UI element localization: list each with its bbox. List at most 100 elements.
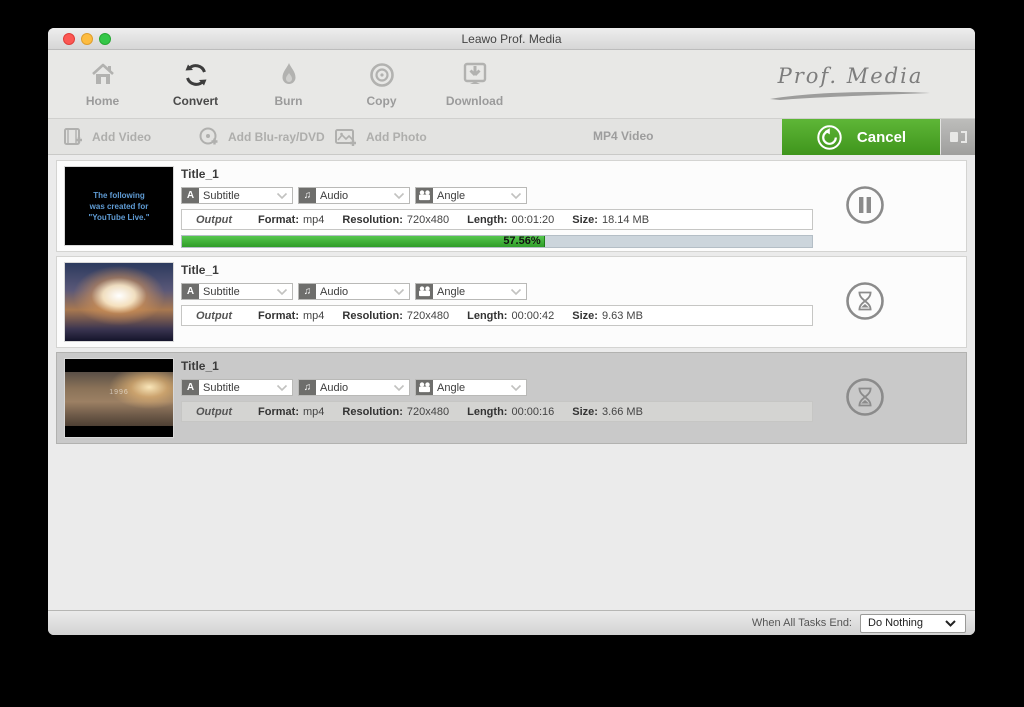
logo-swoosh-icon [768,89,933,101]
task1-pause-button[interactable] [845,185,885,225]
format-label: Format: [258,406,299,418]
task3-length-value: 00:00:16 [511,406,554,418]
angle-camera-icon [416,380,433,395]
task1-length-value: 00:01:20 [511,214,554,226]
nav-home-label: Home [56,94,149,108]
main-toolbar: Home Convert Burn Copy Download [48,50,975,118]
nav-download-label: Download [428,94,521,108]
audio-icon: ♫ [299,284,316,299]
add-photo-button[interactable]: Add Photo [334,119,427,154]
chevron-down-icon [276,187,292,205]
nav-convert-label: Convert [149,94,242,108]
audio-icon: ♫ [299,188,316,203]
tasks-end-select[interactable]: Do Nothing [860,614,966,633]
length-label: Length: [467,214,507,226]
chevron-down-icon [393,283,409,301]
size-label: Size: [572,310,598,322]
task3-subtitle-select[interactable]: A Subtitle [181,379,293,396]
add-bluray-button[interactable]: Add Blu-ray/DVD [198,119,325,154]
app-window: Leawo Prof. Media Home Convert Burn [48,28,975,635]
length-label: Length: [467,406,507,418]
chevron-down-icon [510,187,526,205]
title-bar: Leawo Prof. Media [48,28,975,50]
resolution-label: Resolution: [342,406,403,418]
brand-logo: Prof. Media [768,64,933,101]
task2-angle-select[interactable]: Angle [415,283,527,300]
task2-title: Title_1 [181,263,219,277]
task2-subtitle-select[interactable]: A Subtitle [181,283,293,300]
size-label: Size: [572,214,598,226]
task-row-3[interactable]: 1996 Title_1 A Subtitle ♫ Audio Angle Ou… [56,352,967,444]
add-bluray-label: Add Blu-ray/DVD [228,130,325,144]
task1-audio-select[interactable]: ♫ Audio [298,187,410,204]
add-photo-icon [334,126,358,148]
task3-size-value: 3.66 MB [602,406,643,418]
task3-audio-select[interactable]: ♫ Audio [298,379,410,396]
nav-home[interactable]: Home [56,50,149,118]
nav-copy-label: Copy [335,94,428,108]
task3-thumbnail: 1996 [64,358,174,438]
task1-subtitle-value: Subtitle [199,190,276,202]
add-bluray-icon [198,126,220,148]
task3-thumbnail-image [65,372,173,426]
task1-size-value: 18.14 MB [602,214,649,226]
cancel-button[interactable]: Cancel [782,119,940,155]
task3-angle-select[interactable]: Angle [415,379,527,396]
download-icon [428,60,521,92]
subtitle-icon: A [182,284,199,299]
nav-download[interactable]: Download [428,50,521,118]
chevron-down-icon [393,379,409,397]
add-video-button[interactable]: Add Video [62,119,151,154]
output-format-label: MP4 Video [593,129,653,143]
task1-thumbnail-caption: The following was created for "YouTube L… [65,167,173,245]
subtitle-icon: A [182,380,199,395]
add-video-icon [62,126,84,148]
chevron-down-icon [276,283,292,301]
home-icon [56,60,149,92]
task2-output-info: Output Format:mp4 Resolution:720x480 Len… [181,305,813,326]
task2-size-value: 9.63 MB [602,310,643,322]
task2-audio-value: Audio [316,286,393,298]
task1-progress-bar: 57.56% [181,235,813,248]
audio-icon: ♫ [299,380,316,395]
length-label: Length: [467,310,507,322]
chevron-down-icon [510,283,526,301]
nav-burn-label: Burn [242,94,335,108]
task3-subtitle-value: Subtitle [199,382,276,394]
hourglass-icon [845,281,885,321]
convert-icon [149,60,242,92]
chevron-down-icon [510,379,526,397]
task2-length-value: 00:00:42 [511,310,554,322]
task3-resolution-value: 720x480 [407,406,449,418]
task1-subtitle-select[interactable]: A Subtitle [181,187,293,204]
task-row-2[interactable]: Title_1 A Subtitle ♫ Audio Angle Output … [56,256,967,348]
angle-camera-icon [416,284,433,299]
copy-icon [335,60,428,92]
task1-title: Title_1 [181,167,219,181]
task2-audio-select[interactable]: ♫ Audio [298,283,410,300]
nav-convert[interactable]: Convert [149,50,242,118]
task2-angle-value: Angle [433,286,510,298]
chevron-down-icon [393,187,409,205]
action-bar: Add Video Add Blu-ray/DVD Add Photo MP4 … [48,118,975,155]
task3-waiting-button[interactable] [845,377,885,417]
panel-toggle-button[interactable] [941,119,975,155]
panel-toggle-icon [949,129,967,145]
task2-resolution-value: 720x480 [407,310,449,322]
resolution-label: Resolution: [342,310,403,322]
task2-waiting-button[interactable] [845,281,885,321]
task3-audio-value: Audio [316,382,393,394]
tasks-end-label: When All Tasks End: [752,617,852,629]
task-list: The following was created for "YouTube L… [48,155,975,610]
burn-icon [242,60,335,92]
subtitle-icon: A [182,188,199,203]
nav-copy[interactable]: Copy [335,50,428,118]
task1-angle-select[interactable]: Angle [415,187,527,204]
status-bar: When All Tasks End: Do Nothing [48,610,975,635]
output-label: Output [196,310,232,322]
nav-burn[interactable]: Burn [242,50,335,118]
add-photo-label: Add Photo [366,130,427,144]
task1-progress-label: 57.56% [503,235,543,248]
task-row-1[interactable]: The following was created for "YouTube L… [56,160,967,252]
hourglass-icon [845,377,885,417]
